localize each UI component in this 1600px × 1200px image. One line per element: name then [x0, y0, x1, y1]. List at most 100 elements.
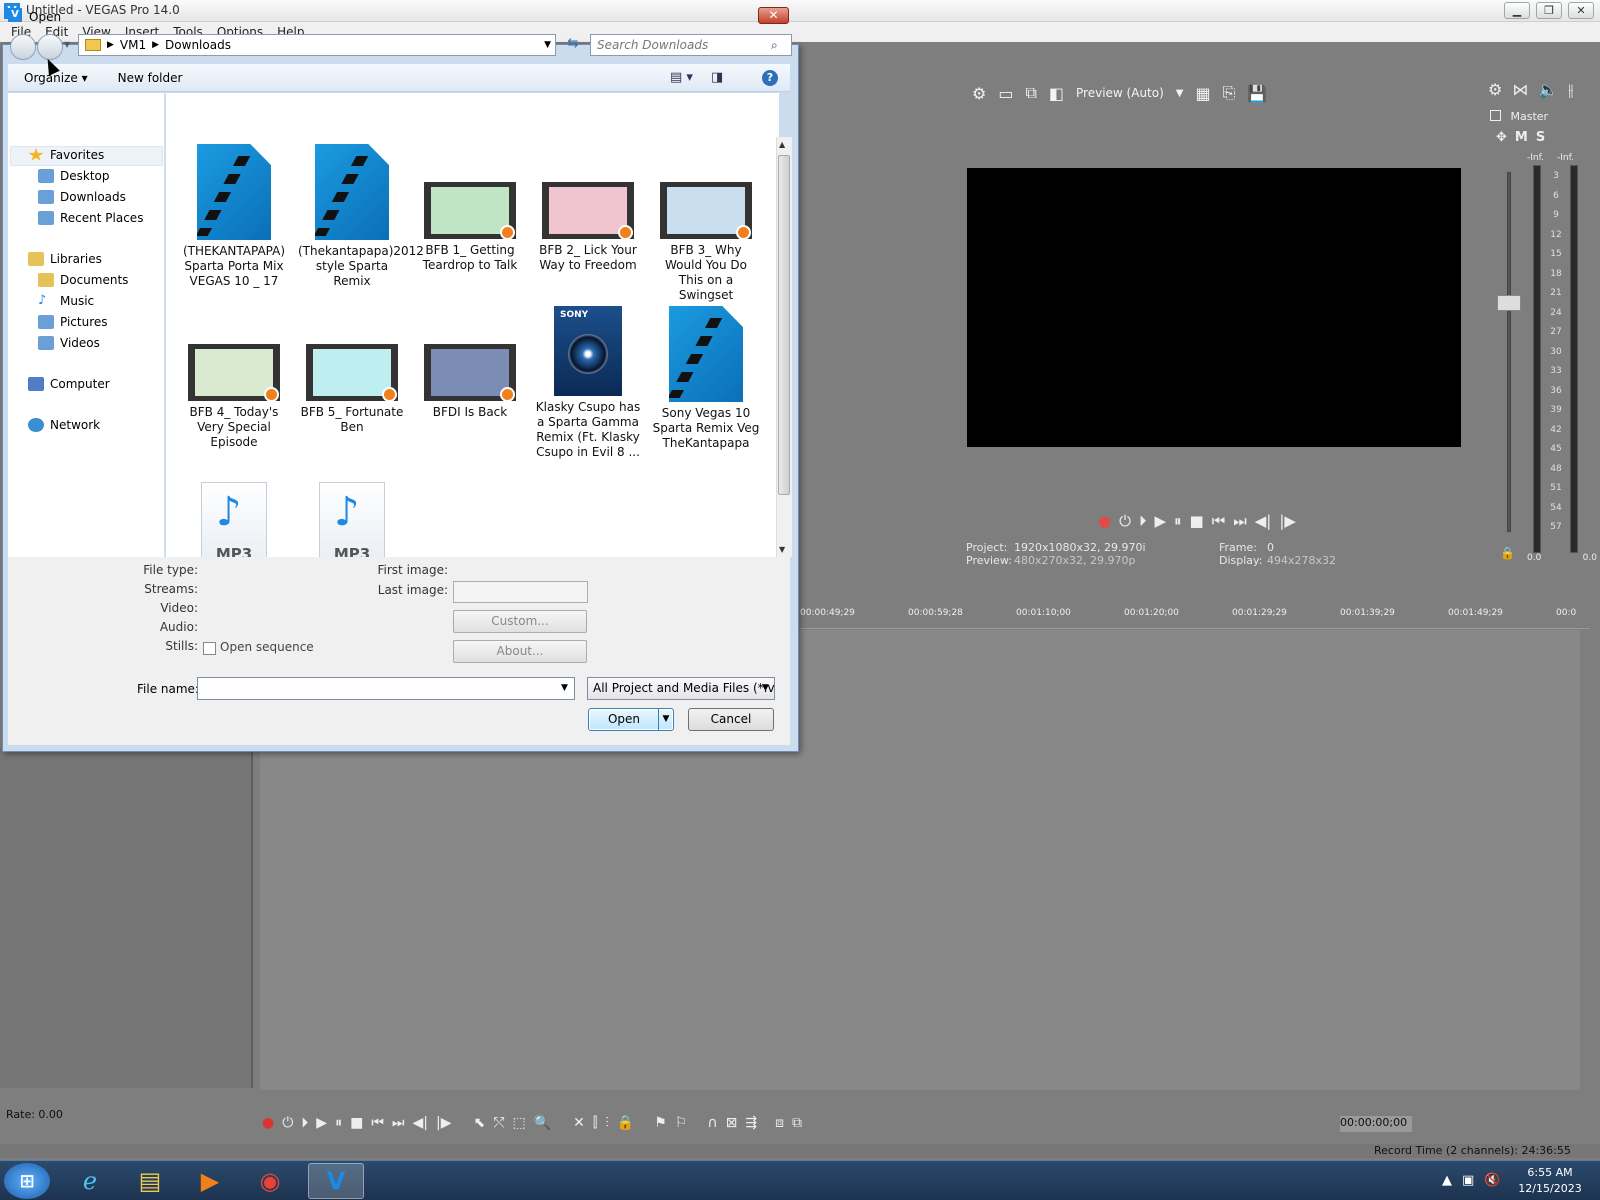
- snapping-icon[interactable]: ∩: [707, 1115, 717, 1131]
- back-button[interactable]: [10, 34, 36, 60]
- go-to-end-icon[interactable]: ⏭: [392, 1115, 405, 1131]
- record-icon[interactable]: ●: [262, 1115, 274, 1131]
- auto-crossfade-icon[interactable]: ⊠: [726, 1115, 738, 1131]
- search-input[interactable]: Search Downloads: [590, 34, 792, 56]
- file-type-select[interactable]: All Project and Media Files (*.ve: [587, 677, 775, 700]
- master-fader-handle[interactable]: [1497, 295, 1521, 311]
- split-screen-icon[interactable]: ⧉: [1025, 83, 1036, 103]
- nav-recent-places[interactable]: Recent Places: [38, 211, 143, 225]
- show-hidden-icons-icon[interactable]: ▲: [1442, 1173, 1452, 1188]
- previous-frame-icon[interactable]: ◀|: [1255, 512, 1272, 530]
- nav-desktop[interactable]: Desktop: [38, 169, 110, 183]
- file-item[interactable]: (Thekantapapa)2012 style Sparta Remix: [298, 144, 424, 289]
- lock-icon[interactable]: 🔒: [1500, 546, 1515, 560]
- chevron-down-icon[interactable]: ▼: [561, 683, 568, 693]
- file-explorer-icon[interactable]: ▤: [122, 1163, 178, 1199]
- go-to-start-icon[interactable]: ⏮: [371, 1115, 384, 1131]
- file-item[interactable]: BFB 2_ Lick Your Way to Freedom: [534, 144, 642, 273]
- marker-icon[interactable]: ⚑: [654, 1115, 667, 1131]
- loop-icon[interactable]: ⏻: [1119, 512, 1131, 530]
- normal-edit-tool-icon[interactable]: ⬉: [474, 1115, 486, 1131]
- gear-icon[interactable]: ⚙: [972, 84, 986, 103]
- copy-snapshot-icon[interactable]: ⎘: [1223, 83, 1236, 103]
- file-item[interactable]: BFB 4_ Today's Very Special Episode: [180, 306, 288, 450]
- go-to-start-icon[interactable]: ⏮: [1212, 512, 1226, 530]
- nav-libraries[interactable]: Libraries: [28, 252, 102, 266]
- selection-tool-icon[interactable]: ⬚: [512, 1115, 525, 1131]
- chevron-down-icon[interactable]: ▼: [762, 683, 769, 693]
- scrollbar-thumb[interactable]: [778, 155, 790, 495]
- address-bar[interactable]: ▶ VM1 ▶ Downloads ▼: [78, 34, 556, 56]
- speaker-icon[interactable]: 🔈: [1538, 80, 1558, 100]
- split-icon[interactable]: ⫶: [605, 1115, 609, 1131]
- file-item[interactable]: BFB 3_ Why Would You Do This on a Swings…: [652, 144, 760, 303]
- zoom-tool-icon[interactable]: 🔍: [534, 1115, 551, 1131]
- network-tray-icon[interactable]: ▣: [1462, 1173, 1474, 1188]
- record-icon[interactable]: ●: [1098, 512, 1111, 530]
- mute-button[interactable]: M: [1515, 130, 1536, 145]
- cancel-button[interactable]: Cancel: [688, 708, 774, 731]
- open-options-dropdown[interactable]: ▼: [658, 709, 673, 730]
- next-frame-icon[interactable]: |▶: [1279, 512, 1296, 530]
- grid-icon[interactable]: ▦: [1195, 84, 1210, 103]
- downmix-icon[interactable]: ⋈: [1512, 80, 1528, 100]
- breadcrumb-downloads[interactable]: Downloads: [165, 38, 231, 52]
- refresh-icon[interactable]: ⇆: [560, 34, 586, 56]
- about-button[interactable]: About...: [453, 640, 587, 663]
- play-icon[interactable]: ▶: [316, 1115, 327, 1131]
- search-icon[interactable]: ⌕: [771, 38, 778, 53]
- nav-downloads[interactable]: Downloads: [38, 190, 126, 204]
- nav-pictures[interactable]: Pictures: [38, 315, 108, 329]
- start-button[interactable]: ⊞: [4, 1163, 50, 1199]
- scroll-up-icon[interactable]: ▲: [779, 140, 785, 149]
- file-item[interactable]: Sony Vegas 10 Sparta Remix Veg TheKantap…: [652, 306, 760, 451]
- preview-quality-dropdown[interactable]: Preview (Auto): [1076, 86, 1164, 100]
- gear-icon[interactable]: ⚙: [1488, 80, 1502, 100]
- file-item[interactable]: SONY Klasky Csupo has a Sparta Gamma Remi…: [534, 306, 642, 460]
- overlay-icon[interactable]: ◧: [1049, 84, 1064, 103]
- master-fader-track[interactable]: [1507, 172, 1511, 532]
- file-item[interactable]: ♪ MP3: [180, 474, 288, 566]
- nav-videos[interactable]: Videos: [38, 336, 100, 350]
- new-folder-button[interactable]: New folder: [118, 71, 183, 85]
- pause-icon[interactable]: ⏸: [335, 1115, 342, 1131]
- external-monitor-icon[interactable]: ▭: [998, 84, 1013, 103]
- nav-music[interactable]: ♪ Music: [38, 294, 94, 309]
- organize-button[interactable]: Organize ▾: [24, 71, 88, 85]
- scroll-down-icon[interactable]: ▼: [779, 545, 785, 554]
- next-frame-icon[interactable]: |▶: [436, 1115, 451, 1131]
- chevron-down-icon[interactable]: ▼: [544, 40, 551, 50]
- internet-explorer-icon[interactable]: ℯ: [62, 1163, 118, 1199]
- nav-network[interactable]: Network: [28, 418, 100, 432]
- track-list[interactable]: [0, 748, 253, 1088]
- solo-button[interactable]: S: [1536, 130, 1553, 145]
- pause-icon[interactable]: ⏸: [1174, 512, 1182, 530]
- ripple-edit-icon[interactable]: ⇶: [745, 1115, 757, 1131]
- nav-favorites[interactable]: Favorites: [28, 148, 104, 162]
- play-from-start-icon[interactable]: ⏵: [301, 1115, 308, 1131]
- master-fx-icon[interactable]: ✥: [1496, 130, 1515, 145]
- volume-muted-icon[interactable]: 🔇: [1484, 1173, 1500, 1188]
- file-item[interactable]: ♪ MP3: [298, 474, 406, 566]
- custom-button[interactable]: Custom...: [453, 610, 587, 633]
- master-checkbox-icon[interactable]: [1490, 110, 1501, 121]
- file-item[interactable]: (THEKANTAPAPA) Sparta Porta Mix VEGAS 10…: [180, 144, 288, 289]
- ignore-grouping-icon[interactable]: ⧉: [792, 1115, 802, 1131]
- delete-icon[interactable]: ✕: [573, 1115, 585, 1131]
- timeline-ruler[interactable]: 00:00:49;29 00:00:59;28 00:01:10;00 00:01:2…: [800, 605, 1590, 629]
- forward-button[interactable]: [37, 34, 63, 60]
- system-clock[interactable]: 6:55 AM 12/15/2023: [1515, 1165, 1585, 1197]
- preview-pane-icon[interactable]: ◨: [711, 70, 723, 85]
- play-icon[interactable]: ▶: [1154, 512, 1166, 530]
- open-sequence-checkbox[interactable]: [203, 642, 216, 655]
- chevron-down-icon[interactable]: ▼: [1176, 88, 1184, 99]
- file-name-input[interactable]: [197, 677, 575, 700]
- close-button[interactable]: ✕: [1568, 2, 1594, 19]
- file-item[interactable]: BFB 1_ Getting Teardrop to Talk: [416, 144, 524, 273]
- help-icon[interactable]: ?: [762, 70, 778, 86]
- restore-button[interactable]: ❐: [1536, 2, 1562, 19]
- dialog-close-button[interactable]: ✕: [758, 7, 789, 24]
- breadcrumb-vm1[interactable]: VM1: [120, 38, 146, 52]
- stop-icon[interactable]: ■: [350, 1115, 363, 1131]
- play-from-start-icon[interactable]: ⏵: [1139, 512, 1147, 530]
